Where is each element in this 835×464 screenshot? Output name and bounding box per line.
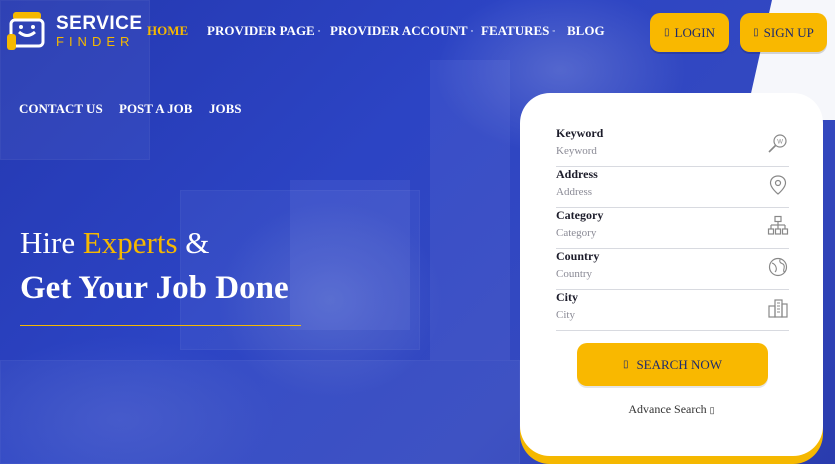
keyword-field: Keyword W bbox=[556, 126, 789, 167]
buildings-icon bbox=[768, 299, 788, 318]
category-field: Category bbox=[556, 208, 789, 249]
chevron-down-icon: ▫ bbox=[552, 27, 555, 35]
nav-contact-us[interactable]: CONTACT US bbox=[19, 101, 103, 117]
city-field: City bbox=[556, 290, 789, 331]
city-input[interactable] bbox=[556, 307, 756, 323]
address-label: Address bbox=[556, 167, 598, 181]
user-plus-icon: ▯ bbox=[753, 27, 759, 38]
chevron-down-icon: ▫ bbox=[470, 27, 474, 35]
address-field: Address bbox=[556, 167, 789, 208]
nav-features[interactable]: FEATURES ▫ bbox=[481, 23, 555, 39]
search-card: Keyword W Address Category bbox=[520, 93, 823, 456]
globe-icon bbox=[768, 257, 788, 277]
brand-logo[interactable]: SERVICE FINDER bbox=[6, 8, 143, 54]
login-button[interactable]: ▯ LOGIN bbox=[650, 13, 729, 52]
search-now-label: SEARCH NOW bbox=[636, 356, 723, 372]
search-web-icon: W bbox=[768, 134, 787, 153]
logo-text-finder: FINDER bbox=[56, 34, 135, 49]
svg-text:W: W bbox=[777, 140, 783, 146]
category-label: Category bbox=[556, 208, 604, 222]
search-now-button[interactable]: ▯ SEARCH NOW bbox=[577, 343, 768, 386]
address-input[interactable] bbox=[556, 184, 756, 200]
hero-headline: Hire Experts & bbox=[20, 225, 210, 260]
advance-search-icon: ▯ bbox=[709, 405, 715, 415]
sitemap-icon bbox=[767, 215, 789, 235]
nav-provider-page[interactable]: PROVIDER PAGE ▫ bbox=[207, 23, 320, 39]
login-icon: ▯ bbox=[664, 27, 670, 38]
logo-text-service: SERVICE bbox=[56, 13, 143, 34]
nav-blog[interactable]: BLOG bbox=[567, 23, 605, 39]
keyword-label: Keyword bbox=[556, 126, 604, 140]
category-input[interactable] bbox=[556, 225, 756, 241]
logo-icon bbox=[6, 8, 48, 54]
hero-headline-accent: Experts bbox=[82, 225, 178, 260]
hero-subheadline: Get Your Job Done bbox=[20, 270, 289, 306]
country-input[interactable] bbox=[556, 266, 756, 282]
nav-provider-account[interactable]: PROVIDER ACCOUNT ▫ bbox=[330, 23, 473, 39]
sign-up-button[interactable]: ▯ SIGN UP bbox=[740, 13, 827, 52]
sign-up-label: SIGN UP bbox=[763, 24, 814, 40]
nav-home[interactable]: HOME bbox=[147, 23, 188, 39]
chevron-down-icon: ▫ bbox=[317, 27, 321, 35]
login-label: LOGIN bbox=[674, 24, 715, 40]
city-label: City bbox=[556, 290, 578, 304]
location-pin-icon bbox=[769, 175, 787, 195]
advance-search-link[interactable]: Advance Search ▯ bbox=[520, 402, 823, 417]
hero-divider bbox=[20, 325, 301, 326]
nav-post-a-job[interactable]: POST A JOB bbox=[119, 101, 192, 117]
nav-jobs[interactable]: JOBS bbox=[209, 101, 242, 117]
search-icon: ▯ bbox=[622, 359, 629, 370]
keyword-input[interactable] bbox=[556, 143, 756, 159]
country-label: Country bbox=[556, 249, 600, 263]
country-field: Country bbox=[556, 249, 789, 290]
